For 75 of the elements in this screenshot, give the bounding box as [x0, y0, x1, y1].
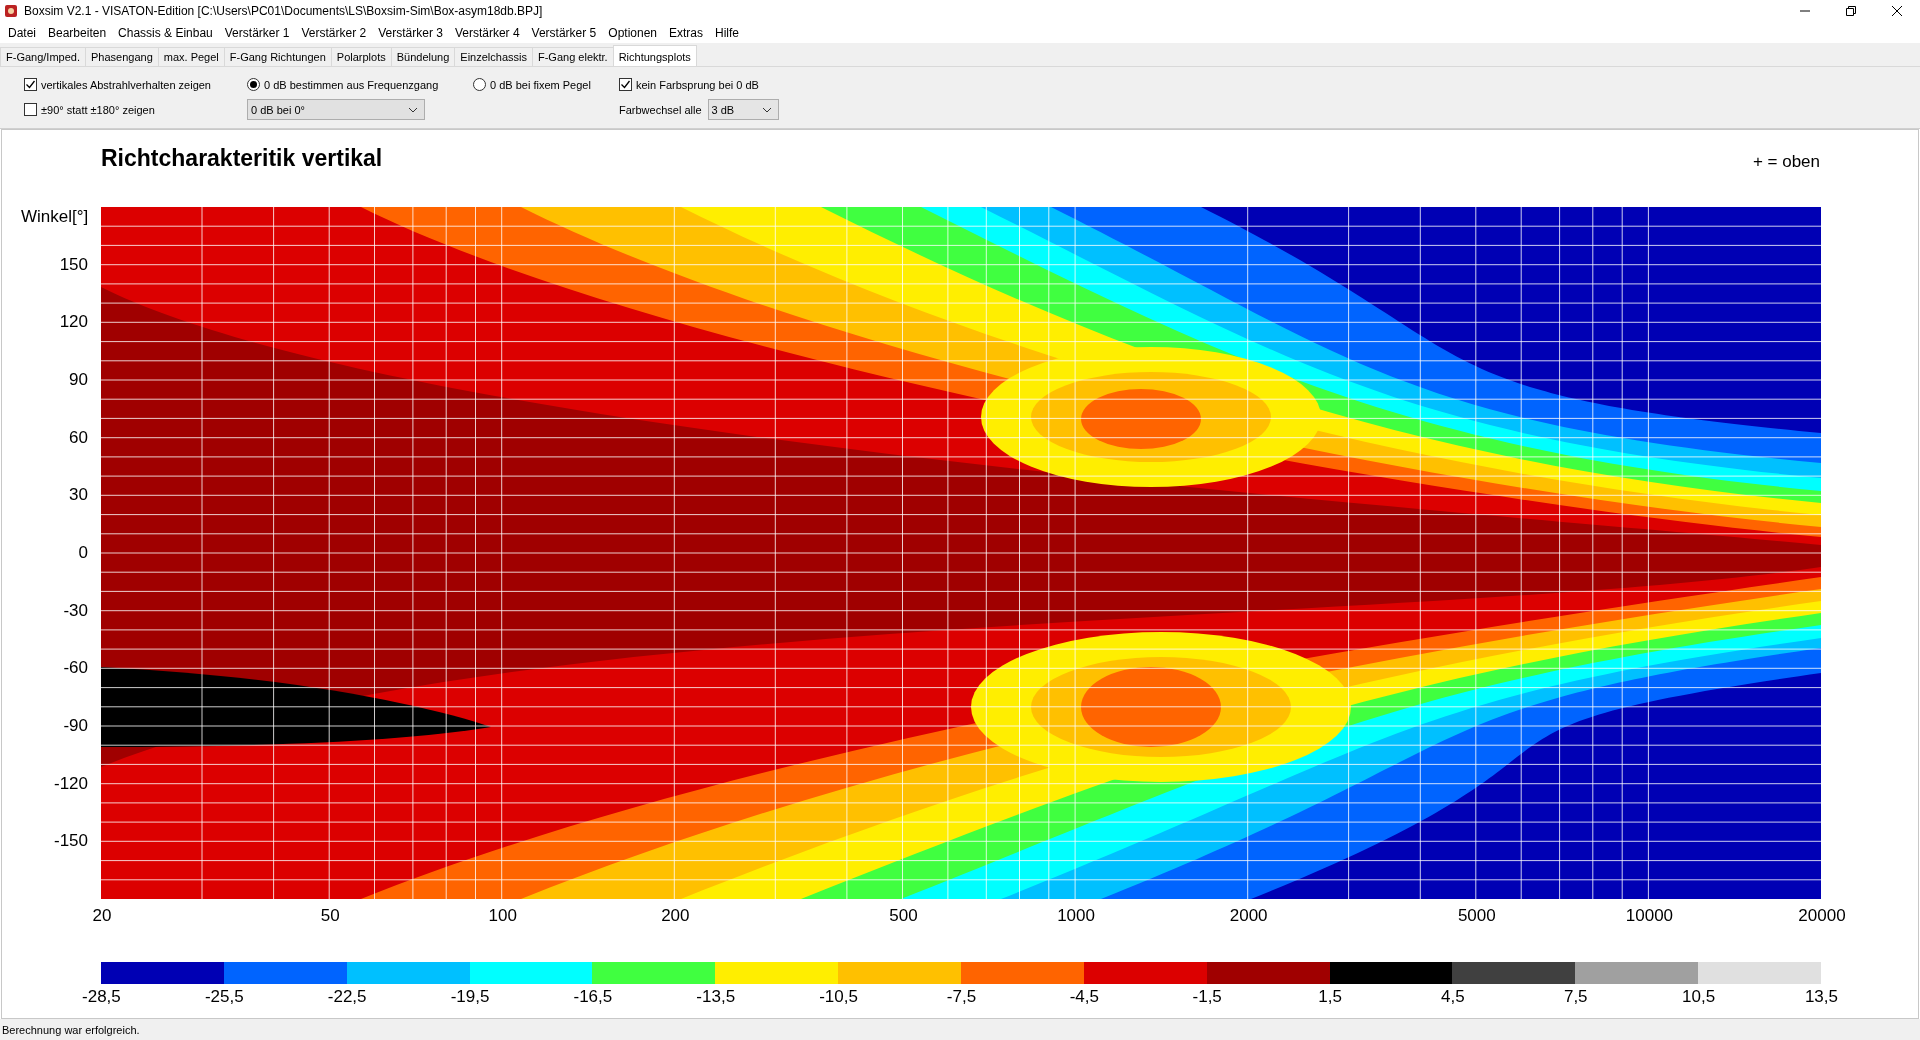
caret-icon [761, 106, 772, 113]
checkmark-icon [620, 79, 631, 90]
legend-label: -19,5 [450, 987, 490, 1007]
legend-label: 13,5 [1804, 987, 1838, 1007]
menu-item[interactable]: Extras [663, 25, 709, 40]
window-title: Boxsim V2.1 - VISATON-Edition [C:\Users\PC01\Documents\LS\Boxsim-Sim\Box-asym18db.BPJ] [24, 4, 543, 18]
menu-item[interactable]: Datei [2, 25, 42, 40]
orientation-note: + = oben [1752, 152, 1820, 172]
chart-title: Richtcharakteritik vertikal [101, 145, 383, 172]
legend-label: -28,5 [82, 987, 121, 1007]
menu-item[interactable]: Verstärker 4 [448, 25, 526, 40]
radio-button[interactable]: 0 dB bei fixem Pegel [473, 78, 591, 91]
tick-label: 1000 [1057, 906, 1095, 926]
tab[interactable]: Richtungsplots [612, 45, 697, 66]
legend-label: -10,5 [819, 987, 858, 1007]
dropdown[interactable]: 0 dB bei 0° [247, 99, 425, 120]
tick-label: 90 [69, 370, 88, 390]
close-icon [1891, 5, 1903, 17]
legend-label: -1,5 [1192, 987, 1222, 1007]
dropdown-label: Farbwechsel alle [619, 103, 702, 116]
tick-label: -90 [63, 716, 88, 736]
tick-label: 100 [488, 906, 517, 926]
menu-item[interactable]: Verstärker 5 [525, 25, 603, 40]
tab[interactable]: F-Gang elektr. [531, 47, 614, 66]
menu-item[interactable]: Optionen [602, 25, 663, 40]
tick-label: 20000 [1798, 906, 1846, 926]
menu-item[interactable]: Verstärker 3 [372, 25, 449, 40]
tick-label: 120 [59, 312, 88, 333]
legend-label: -13,5 [696, 987, 736, 1007]
legend-label: -16,5 [573, 987, 613, 1007]
checkbox[interactable]: kein Farbsprung bei 0 dB [619, 78, 759, 91]
legend-label: 1,5 [1318, 987, 1342, 1007]
menu-item[interactable]: Verstärker 1 [218, 25, 296, 40]
tick-label: 50 [320, 906, 340, 926]
tab[interactable]: max. Pegel [157, 47, 225, 66]
tab[interactable]: Bündelung [390, 47, 456, 66]
tick-label: -60 [63, 658, 88, 679]
tick-label: 500 [889, 906, 918, 926]
tick-label: 5000 [1457, 906, 1496, 926]
tab[interactable]: Polarplots [330, 47, 392, 66]
dropdown[interactable]: 3 dB [707, 99, 779, 120]
checkmark-icon [25, 79, 36, 90]
tick-label: -120 [53, 773, 88, 794]
tick-label: 2000 [1229, 906, 1268, 926]
status-text: Berechnung war erfolgreich. [0, 1019, 1920, 1040]
tick-label: 150 [59, 254, 88, 275]
legend-label: -25,5 [204, 987, 244, 1007]
legend-label: 4,5 [1441, 987, 1465, 1007]
tick-label: 20 [92, 906, 112, 926]
legend-label: -22,5 [327, 987, 367, 1007]
legend-label: -4,5 [1069, 987, 1099, 1007]
tick-label: -150 [53, 831, 88, 852]
legend-label: -7,5 [946, 987, 977, 1007]
legend-label: 7,5 [1563, 987, 1588, 1007]
tick-label: 200 [661, 906, 690, 926]
tick-label: 60 [69, 427, 88, 448]
radio-button[interactable]: 0 dB bestimmen aus Frequenzgang [247, 78, 439, 91]
restore-icon [1845, 5, 1857, 17]
tab[interactable]: Phasengang [85, 47, 159, 66]
caret-icon [408, 106, 418, 113]
menu-item[interactable]: Bearbeiten [42, 25, 113, 40]
checkbox[interactable]: vertikales Abstrahlverhalten zeigen [24, 78, 211, 91]
menu-item[interactable]: Chassis & Einbau [112, 25, 219, 40]
tick-label: -30 [63, 600, 88, 621]
axis-label: Winkel[°] [21, 207, 89, 227]
legend-label: 10,5 [1682, 987, 1716, 1007]
checkbox[interactable]: ±90° statt ±180° zeigen [24, 103, 155, 116]
tick-label: 0 [78, 543, 88, 563]
tab[interactable]: F-Gang Richtungen [223, 47, 332, 66]
menu-item[interactable]: Verstärker 2 [295, 25, 373, 40]
tick-label: 10000 [1625, 906, 1674, 926]
tab[interactable]: F-Gang/Imped. [0, 47, 86, 66]
tick-label: 30 [69, 485, 88, 506]
app-icon [4, 4, 18, 18]
menu-item[interactable]: Hilfe [709, 25, 746, 40]
